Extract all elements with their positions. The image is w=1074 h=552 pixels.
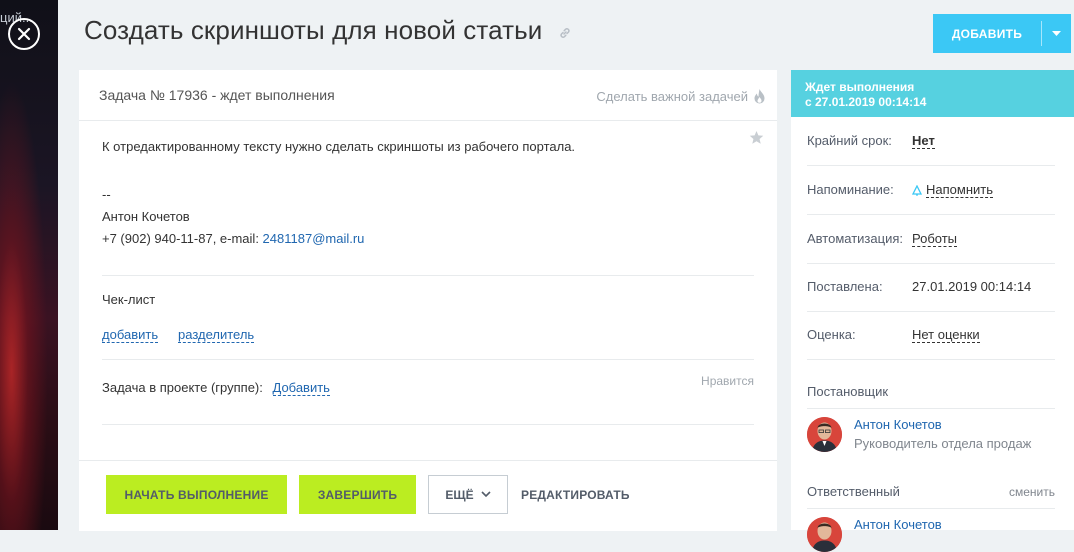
task-card: Задача № 17936 - ждет выполнения Сделать… — [79, 70, 777, 531]
creator-title: Постановщик — [807, 384, 889, 399]
checklist-separator-link[interactable]: разделитель — [178, 327, 255, 343]
deadline-row: Крайний срок: Нет — [807, 117, 1055, 166]
action-bar: НАЧАТЬ ВЫПОЛНЕНИЕ ЗАВЕРШИТЬ ЕЩЁ РЕДАКТИР… — [79, 460, 777, 531]
chevron-down-icon — [1052, 30, 1061, 36]
signature-dashes: -- — [102, 187, 111, 202]
divider — [102, 359, 754, 360]
finish-button[interactable]: ЗАВЕРШИТЬ — [299, 475, 416, 514]
task-description: К отредактированному тексту нужно сделат… — [102, 139, 576, 154]
avatar[interactable] — [807, 517, 842, 552]
task-sidebar: Ждет выполнения с 27.01.2019 00:14:14 Кр… — [791, 70, 1074, 552]
start-button[interactable]: НАЧАТЬ ВЫПОЛНЕНИЕ — [106, 475, 287, 514]
avatar[interactable] — [807, 417, 842, 452]
reminder-value: Напомнить — [926, 182, 993, 198]
task-card-header: Задача № 17936 - ждет выполнения Сделать… — [79, 70, 777, 121]
rating-value[interactable]: Нет оценки — [912, 327, 980, 343]
project-add-link[interactable]: Добавить — [272, 380, 330, 396]
deadline-label: Крайний срок: — [807, 133, 892, 148]
status-since: с 27.01.2019 00:14:14 — [805, 95, 927, 109]
created-label: Поставлена: — [807, 279, 883, 294]
responsible-title: Ответственный — [807, 484, 900, 499]
add-menu-dropdown[interactable] — [1042, 30, 1071, 37]
close-button[interactable] — [8, 18, 40, 50]
reminder-row: Напоминание: Напомнить — [807, 166, 1055, 215]
automation-label: Автоматизация: — [807, 231, 903, 246]
created-row: Поставлена: 27.01.2019 00:14:14 — [807, 263, 1055, 312]
flame-icon — [754, 89, 765, 104]
bell-icon — [912, 184, 922, 196]
rating-label: Оценка: — [807, 327, 856, 342]
created-value: 27.01.2019 00:14:14 — [912, 279, 1032, 294]
more-button-label: ЕЩЁ — [445, 487, 474, 502]
creator-role: Руководитель отдела продаж — [854, 436, 1032, 451]
status-banner: Ждет выполнения с 27.01.2019 00:14:14 — [791, 70, 1074, 117]
project-label: Задача в проекте (группе): — [102, 380, 263, 395]
signature-name: Антон Кочетов — [102, 209, 190, 224]
chevron-down-icon — [481, 491, 491, 498]
status-text: Ждет выполнения — [805, 80, 915, 94]
divider — [807, 508, 1055, 509]
make-important-label: Сделать важной задачей — [596, 89, 748, 104]
link-icon[interactable] — [558, 26, 572, 40]
edit-button[interactable]: РЕДАКТИРОВАТЬ — [521, 488, 630, 502]
reminder-label: Напоминание: — [807, 182, 894, 197]
deadline-value[interactable]: Нет — [912, 133, 935, 149]
divider — [807, 408, 1055, 409]
task-signature: -- Антон Кочетов +7 (902) 940-11-87, e-m… — [102, 184, 364, 250]
creator-name-link[interactable]: Антон Кочетов — [854, 417, 942, 432]
project-row: Задача в проекте (группе): Добавить — [102, 380, 330, 396]
automation-row: Автоматизация: Роботы — [807, 215, 1055, 264]
close-icon — [17, 27, 31, 41]
signature-contact: +7 (902) 940-11-87, e-mail: 2481187@mail… — [102, 228, 364, 250]
checklist-title: Чек-лист — [102, 292, 156, 307]
divider — [102, 424, 754, 425]
task-number-status: Задача № 17936 - ждет выполнения — [99, 87, 335, 103]
like-link[interactable]: Нравится — [701, 374, 754, 388]
signature-email-link[interactable]: 2481187@mail.ru — [263, 231, 365, 246]
make-important-link[interactable]: Сделать важной задачей — [596, 89, 765, 104]
add-button-label: ДОБАВИТЬ — [951, 26, 1023, 41]
reminder-link[interactable]: Напомнить — [912, 182, 993, 198]
more-button[interactable]: ЕЩЁ — [428, 475, 508, 514]
change-responsible-link[interactable]: сменить — [1009, 485, 1055, 499]
automation-value[interactable]: Роботы — [912, 231, 958, 247]
divider — [102, 275, 754, 276]
rating-row: Оценка: Нет оценки — [807, 311, 1055, 360]
page-title: Создать скриншоты для новой статьи — [84, 15, 543, 45]
checklist-add-link[interactable]: добавить — [102, 327, 159, 343]
star-icon[interactable] — [749, 130, 764, 145]
background-overlay: ций... — [0, 0, 58, 530]
add-button[interactable]: ДОБАВИТЬ — [933, 14, 1071, 53]
signature-phone: +7 (902) 940-11-87, e-mail: — [102, 231, 263, 246]
